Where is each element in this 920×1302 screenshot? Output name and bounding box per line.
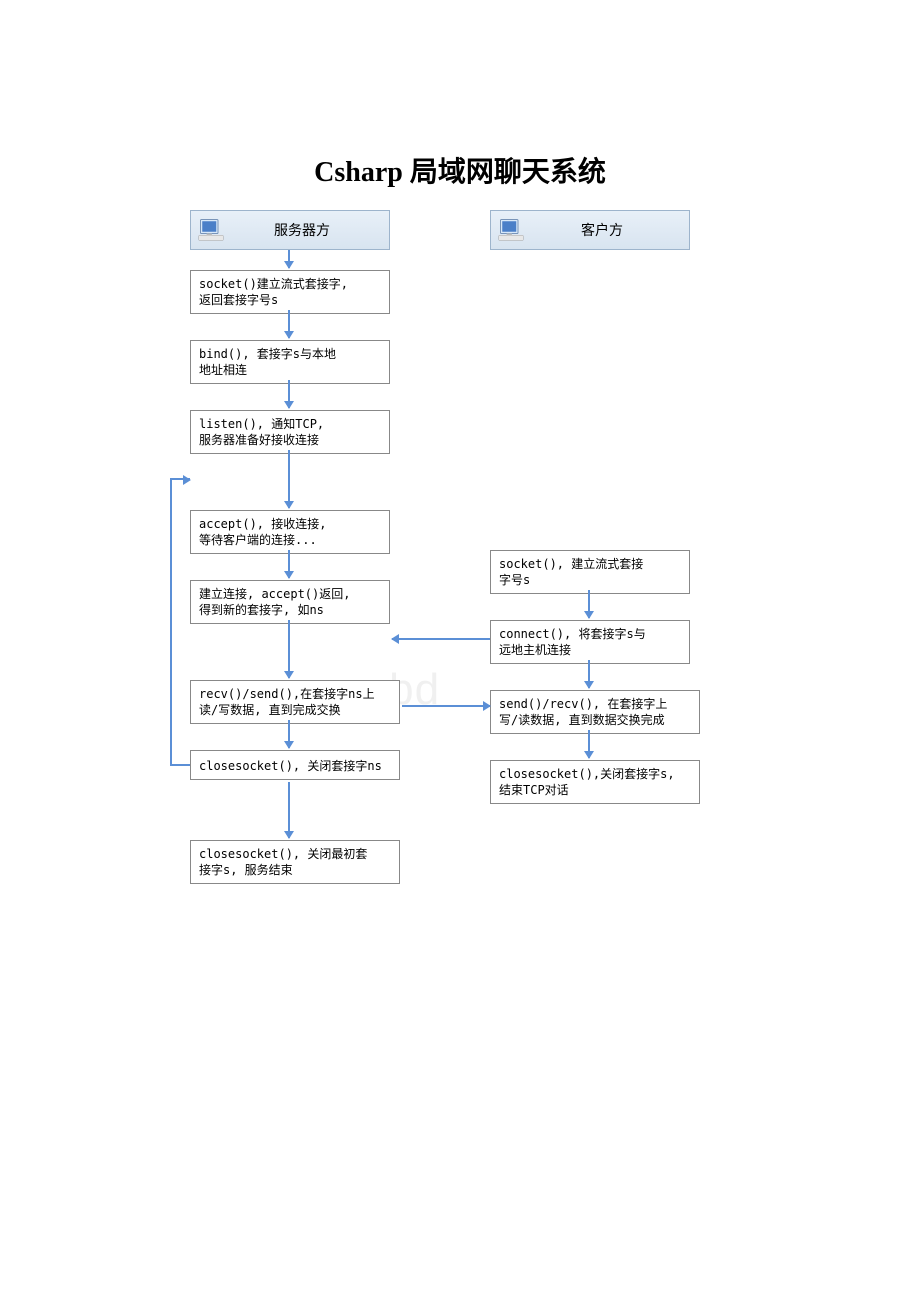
connect-line bbox=[392, 638, 490, 640]
server-header-label: 服务器方 bbox=[233, 220, 389, 240]
server-step-close-s: closesocket(), 关闭最初套接字s, 服务结束 bbox=[190, 840, 400, 884]
server-step-connected: 建立连接, accept()返回,得到新的套接字, 如ns bbox=[190, 580, 390, 624]
arrow-down bbox=[288, 380, 290, 408]
server-step-listen: listen(), 通知TCP,服务器准备好接收连接 bbox=[190, 410, 390, 454]
server-step-bind: bind(), 套接字s与本地地址相连 bbox=[190, 340, 390, 384]
server-step-close-ns: closesocket(), 关闭套接字ns bbox=[190, 750, 400, 780]
computer-icon bbox=[197, 217, 225, 243]
client-step-close: closesocket(),关闭套接字s,结束TCP对话 bbox=[490, 760, 700, 804]
server-step-accept: accept(), 接收连接,等待客户端的连接... bbox=[190, 510, 390, 554]
arrow-down bbox=[588, 660, 590, 688]
arrow-down bbox=[288, 310, 290, 338]
document-title: Csharp 局域网聊天系统 bbox=[0, 150, 920, 190]
computer-icon bbox=[497, 217, 525, 243]
client-step-sendrecv: send()/recv(), 在套接字上写/读数据, 直到数据交换完成 bbox=[490, 690, 700, 734]
server-header: 服务器方 bbox=[190, 210, 390, 250]
arrow-down bbox=[288, 720, 290, 748]
server-step-recvsend: recv()/send(),在套接字ns上读/写数据, 直到完成交换 bbox=[190, 680, 400, 724]
arrow-down bbox=[288, 782, 290, 838]
loop-arrow bbox=[170, 478, 190, 766]
client-header-label: 客户方 bbox=[533, 220, 689, 240]
flowchart-diagram: 服务器方 客户方 socket()建立流式套接字,返回套接字号s bind(),… bbox=[170, 210, 770, 970]
client-step-connect: connect(), 将套接字s与远地主机连接 bbox=[490, 620, 690, 664]
arrow-down bbox=[288, 550, 290, 578]
arrow-down bbox=[588, 730, 590, 758]
arrow-down bbox=[288, 620, 290, 678]
arrow-down bbox=[288, 250, 290, 268]
arrow-down bbox=[588, 590, 590, 618]
client-step-socket: socket(), 建立流式套接字号s bbox=[490, 550, 690, 594]
arrow-down bbox=[288, 450, 290, 508]
data-exchange-line bbox=[402, 705, 490, 707]
server-step-socket: socket()建立流式套接字,返回套接字号s bbox=[190, 270, 390, 314]
client-header: 客户方 bbox=[490, 210, 690, 250]
